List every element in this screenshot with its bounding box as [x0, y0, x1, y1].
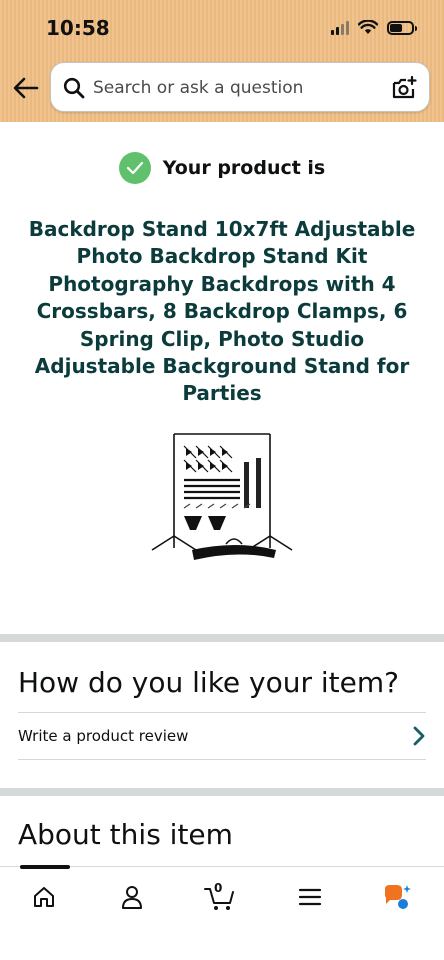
search-bar[interactable]: [50, 62, 430, 112]
home-icon: [34, 887, 54, 907]
checkmark-icon: [118, 152, 151, 184]
nav-cart[interactable]: 0: [200, 881, 240, 913]
nav-menu[interactable]: [290, 881, 330, 913]
confirmation-text: Your product is: [162, 157, 326, 179]
ai-assistant-icon: [385, 885, 411, 909]
cart-count-badge: 0: [214, 881, 223, 895]
section-divider: [0, 788, 444, 796]
back-arrow-icon: [13, 77, 39, 99]
active-tab-indicator: [20, 865, 70, 869]
status-time: 10:58: [46, 16, 110, 40]
cellular-signal-icon: [331, 20, 349, 35]
about-section-heading: About this item: [18, 818, 233, 851]
nav-account[interactable]: [112, 881, 152, 913]
header: 10:58: [0, 0, 444, 122]
review-section-heading: How do you like your item?: [18, 666, 400, 699]
nav-assistant[interactable]: [378, 881, 418, 913]
search-icon: [63, 77, 85, 99]
write-review-label: Write a product review: [18, 727, 189, 745]
status-icons: [331, 20, 417, 35]
bottom-nav: 0: [0, 865, 444, 960]
search-input[interactable]: [93, 71, 383, 105]
nav-home[interactable]: [24, 881, 64, 913]
battery-icon: [387, 20, 417, 35]
menu-icon: [298, 888, 322, 906]
product-image[interactable]: [146, 424, 298, 574]
account-icon: [122, 886, 142, 909]
product-title[interactable]: Backdrop Stand 10x7ft Adjustable Photo B…: [20, 216, 424, 408]
back-button[interactable]: [12, 74, 40, 102]
camera-search-icon[interactable]: [391, 75, 417, 101]
write-review-link[interactable]: Write a product review: [18, 712, 426, 760]
wifi-icon: [358, 20, 378, 34]
section-divider: [0, 634, 444, 642]
confirmation-row: Your product is: [0, 152, 444, 184]
chevron-right-icon: [413, 726, 425, 746]
